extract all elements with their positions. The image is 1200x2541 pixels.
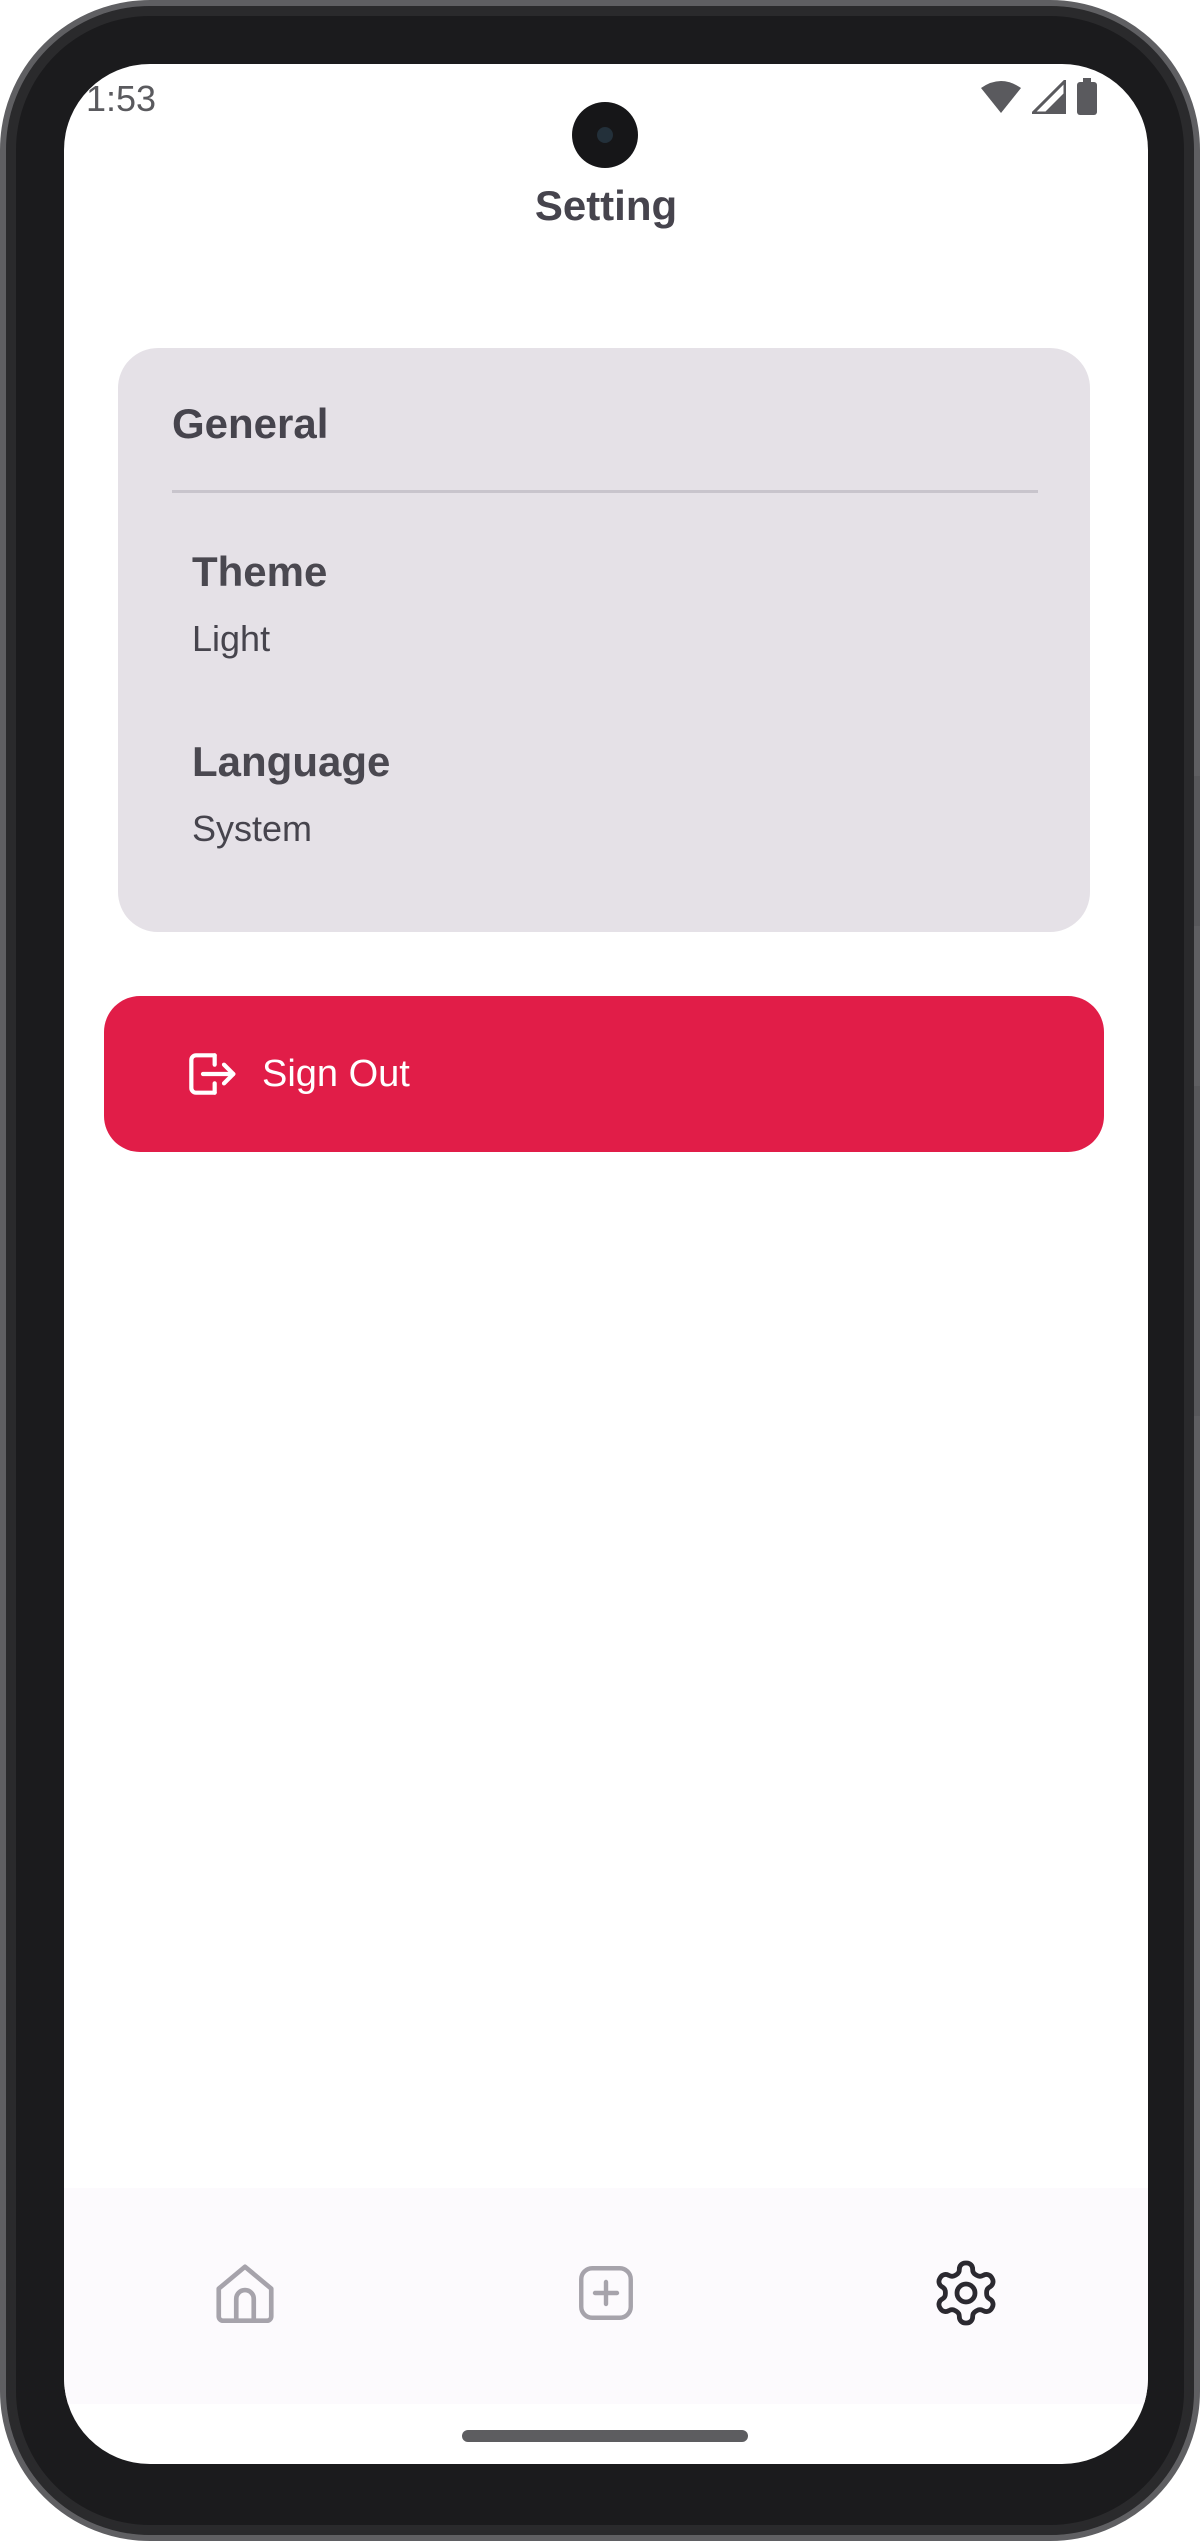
status-icons: [980, 78, 1098, 116]
logout-icon: [189, 1053, 236, 1095]
nav-home[interactable]: [200, 2248, 290, 2338]
theme-label: Theme: [192, 548, 328, 595]
language-value: System: [192, 808, 313, 849]
general-settings-card: General Theme Light Language System: [118, 348, 1090, 932]
volume-button: [1194, 1086, 1200, 1416]
gear-icon: [936, 2260, 996, 2326]
home-icon: [216, 2264, 274, 2324]
power-button: [1194, 776, 1200, 926]
section-title: General: [172, 400, 329, 447]
nav-settings[interactable]: [921, 2248, 1011, 2338]
theme-value: Light: [192, 618, 271, 659]
sign-out-button[interactable]: Sign Out: [104, 996, 1104, 1152]
app-screen: 1:53 Setting General Theme Light Languag…: [64, 64, 1148, 2464]
page-title: Setting: [534, 182, 678, 229]
signal-icon: [1032, 80, 1066, 114]
wifi-icon: [981, 81, 1021, 113]
add-square-icon: [579, 2266, 633, 2320]
home-indicator[interactable]: [462, 2430, 748, 2442]
battery-icon: [1077, 78, 1097, 115]
language-label: Language: [192, 738, 391, 785]
section-divider: [172, 490, 1038, 493]
phone-frame: 1:53 Setting General Theme Light Languag…: [0, 0, 1200, 2541]
front-camera: [572, 102, 638, 168]
sign-out-label: Sign Out: [262, 1052, 410, 1095]
theme-setting[interactable]: Theme Light: [192, 548, 1012, 698]
nav-add[interactable]: [561, 2248, 651, 2338]
bottom-navigation: [64, 2188, 1148, 2404]
status-time: 1:53: [86, 78, 157, 119]
language-setting[interactable]: Language System: [192, 738, 1012, 888]
